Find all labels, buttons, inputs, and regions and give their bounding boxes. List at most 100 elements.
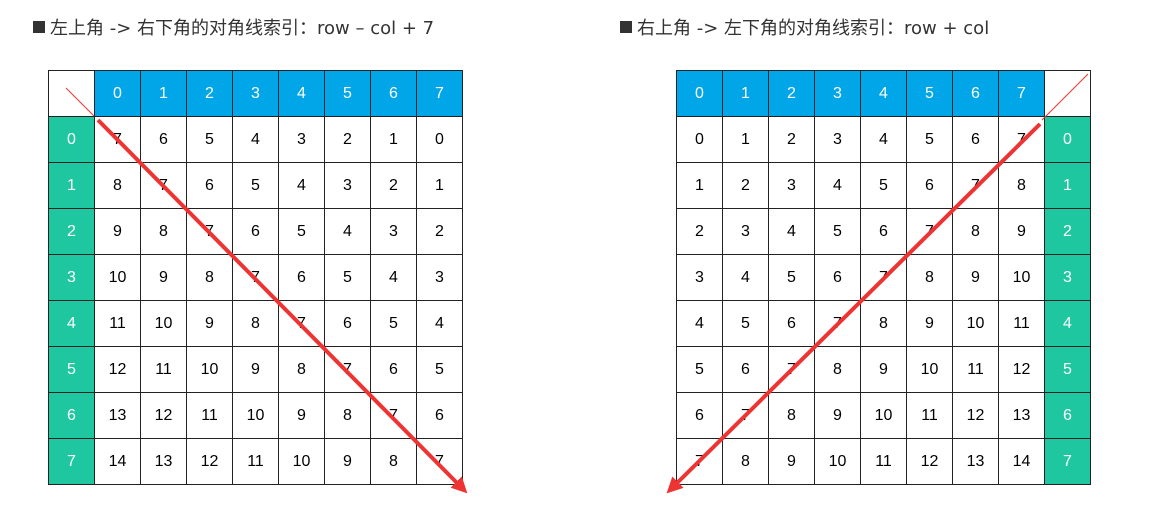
- table-cell: 6: [907, 163, 953, 209]
- row-header: 0: [49, 117, 95, 163]
- table-cell: 11: [141, 347, 187, 393]
- column-header: 0: [95, 71, 141, 117]
- row-header: 5: [1045, 347, 1091, 393]
- table-cell: 7: [769, 347, 815, 393]
- table-cell: 4: [233, 117, 279, 163]
- table-cell: 4: [417, 301, 463, 347]
- table-cell: 10: [861, 393, 907, 439]
- table-cell: 4: [861, 117, 907, 163]
- table-cell: 1: [723, 117, 769, 163]
- table-cell: 13: [141, 439, 187, 485]
- row-header: 6: [1045, 393, 1091, 439]
- table-cell: 12: [187, 439, 233, 485]
- table-cell: 3: [677, 255, 723, 301]
- table-cell: 0: [417, 117, 463, 163]
- table-cell: 12: [907, 439, 953, 485]
- table-cell: 7: [95, 117, 141, 163]
- table-cell: 3: [417, 255, 463, 301]
- table-cell: 5: [187, 117, 233, 163]
- table-cell: 9: [999, 209, 1045, 255]
- table-cell: 8: [953, 209, 999, 255]
- column-header: 2: [187, 71, 233, 117]
- table-cell: 4: [723, 255, 769, 301]
- table-cell: 3: [371, 209, 417, 255]
- table-cell: 13: [953, 439, 999, 485]
- right-panel: 右上角 -> 左下角的对角线索引：row + col 0123456701234…: [620, 0, 1140, 507]
- table-cell: 1: [417, 163, 463, 209]
- table-cell: 6: [371, 347, 417, 393]
- table-cell: 5: [677, 347, 723, 393]
- table-cell: 4: [769, 209, 815, 255]
- row-header: 3: [1045, 255, 1091, 301]
- right-title-text: 右上角 -> 左下角的对角线索引：row + col: [637, 18, 990, 39]
- row-header: 1: [1045, 163, 1091, 209]
- table-cell: 10: [907, 347, 953, 393]
- table-cell: 14: [999, 439, 1045, 485]
- table-cell: 10: [279, 439, 325, 485]
- table-cell: 12: [953, 393, 999, 439]
- table-cell: 5: [723, 301, 769, 347]
- table-cell: 11: [907, 393, 953, 439]
- table-cell: 7: [141, 163, 187, 209]
- table-cell: 2: [677, 209, 723, 255]
- table-cell: 5: [815, 209, 861, 255]
- table-cell: 6: [187, 163, 233, 209]
- table-cell: 11: [233, 439, 279, 485]
- table-cell: 6: [325, 301, 371, 347]
- table-cell: 9: [233, 347, 279, 393]
- table-cell: 3: [769, 163, 815, 209]
- table-cell: 2: [769, 117, 815, 163]
- row-header: 3: [49, 255, 95, 301]
- table-cell: 3: [815, 117, 861, 163]
- table-cell: 10: [141, 301, 187, 347]
- table-cell: 11: [999, 301, 1045, 347]
- table-cell: 8: [371, 439, 417, 485]
- row-header: 2: [1045, 209, 1091, 255]
- row-header: 5: [49, 347, 95, 393]
- table-cell: 9: [907, 301, 953, 347]
- table-cell: 6: [417, 393, 463, 439]
- table-cell: 13: [999, 393, 1045, 439]
- table-cell: 4: [677, 301, 723, 347]
- table-cell: 12: [141, 393, 187, 439]
- table-cell: 3: [279, 117, 325, 163]
- table-cell: 10: [233, 393, 279, 439]
- table-cell: 8: [187, 255, 233, 301]
- column-header: 0: [677, 71, 723, 117]
- table-cell: 11: [953, 347, 999, 393]
- table-cell: 9: [141, 255, 187, 301]
- table-cell: 2: [371, 163, 417, 209]
- table-cell: 7: [417, 439, 463, 485]
- column-header: 2: [769, 71, 815, 117]
- table-cell: 8: [141, 209, 187, 255]
- table-cell: 8: [999, 163, 1045, 209]
- table-cell: 8: [325, 393, 371, 439]
- column-header: 7: [417, 71, 463, 117]
- left-title: 左上角 -> 右下角的对角线索引：row – col + 7: [33, 14, 434, 40]
- table-cell: 14: [95, 439, 141, 485]
- column-header: 4: [861, 71, 907, 117]
- table-cell: 7: [677, 439, 723, 485]
- table-cell: 5: [371, 301, 417, 347]
- right-diagonal-grid: 0123456701234567012345678123456789234567…: [676, 70, 1091, 485]
- table-cell: 9: [769, 439, 815, 485]
- table-cell: 3: [325, 163, 371, 209]
- table-cell: 9: [279, 393, 325, 439]
- table-cell: 13: [95, 393, 141, 439]
- table-cell: 6: [677, 393, 723, 439]
- table-cell: 11: [187, 393, 233, 439]
- table-cell: 9: [325, 439, 371, 485]
- column-header: 4: [279, 71, 325, 117]
- table-cell: 11: [861, 439, 907, 485]
- table-cell: 8: [95, 163, 141, 209]
- column-header: 1: [141, 71, 187, 117]
- row-header: 7: [49, 439, 95, 485]
- left-diagonal-grid: 0 1 2 3 4 5 6 7 0 7 6 5 4 3 2 1 0 1 8 7 6 5 4 3 2 1 2 9 8 7 6 5 4 3 2 3 10 9 8…: [48, 70, 463, 485]
- column-header: 3: [233, 71, 279, 117]
- table-cell: 8: [815, 347, 861, 393]
- table-cell: 9: [95, 209, 141, 255]
- table-cell: 5: [417, 347, 463, 393]
- table-cell: 10: [187, 347, 233, 393]
- table-cell: 6: [815, 255, 861, 301]
- table-cell: 8: [907, 255, 953, 301]
